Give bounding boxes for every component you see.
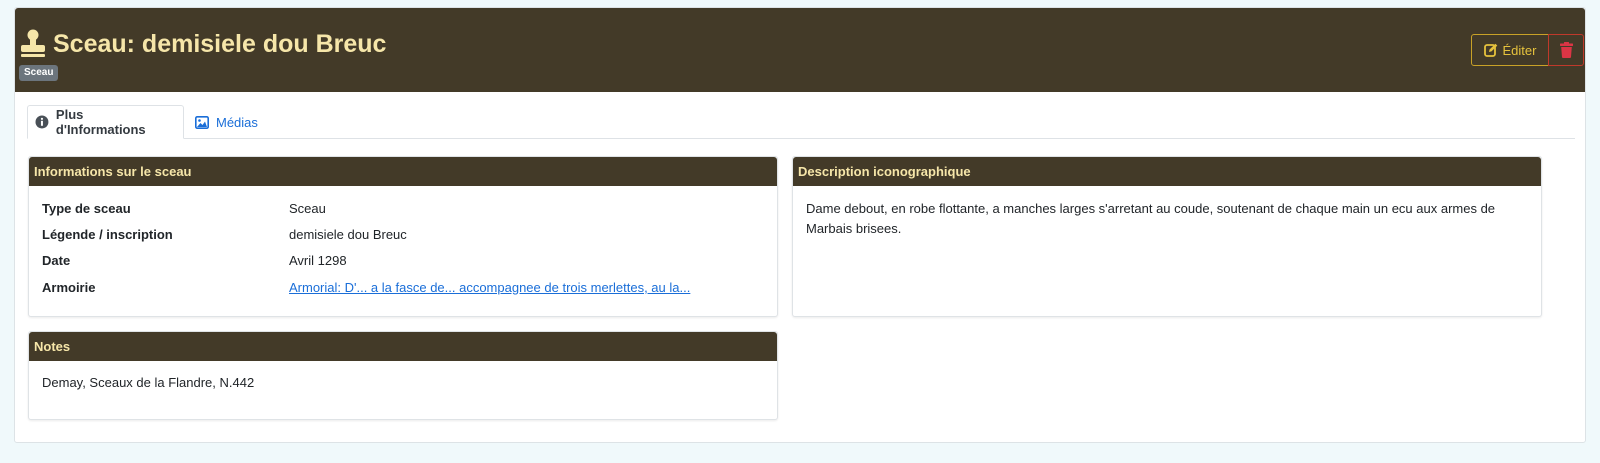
info-row-type: Type de sceau Sceau bbox=[42, 198, 326, 218]
tab-medias[interactable]: Médias bbox=[188, 105, 268, 139]
seal-info-panel: Informations sur le sceau Type de sceau … bbox=[28, 156, 778, 317]
edit-button-label: Éditer bbox=[1502, 42, 1537, 58]
info-value: Sceau bbox=[289, 200, 326, 216]
notes-text: Demay, Sceaux de la Flandre, N.442 bbox=[42, 375, 255, 390]
tab-label: Plus d'Informations bbox=[55, 107, 146, 137]
info-label: Type de sceau bbox=[42, 200, 131, 216]
info-circle-icon bbox=[35, 115, 49, 129]
iconographic-description-panel: Description iconographique Dame debout, … bbox=[792, 156, 1542, 317]
panel-heading: Informations sur le sceau bbox=[29, 157, 777, 186]
tab-label: Médias bbox=[216, 114, 258, 130]
info-row-legend: Légende / inscription demisiele dou Breu… bbox=[42, 224, 407, 244]
stamp-icon bbox=[21, 29, 45, 57]
info-row-date: Date Avril 1298 bbox=[42, 250, 347, 270]
info-label: Armoirie bbox=[42, 279, 96, 295]
seal-record-card: Sceau: demisiele dou Breuc Sceau Éditer bbox=[14, 7, 1586, 443]
info-value: Avril 1298 bbox=[289, 252, 347, 268]
panel-heading: Notes bbox=[29, 332, 777, 361]
page-title: Sceau: demisiele dou Breuc bbox=[53, 30, 387, 58]
info-row-armoirie: Armoirie Armorial: D'... a la fasce de..… bbox=[42, 277, 690, 297]
description-text: Dame debout, en robe flottante, a manche… bbox=[806, 201, 1496, 236]
type-badge: Sceau bbox=[19, 65, 59, 81]
notes-panel: Notes Demay, Sceaux de la Flandre, N.442 bbox=[28, 331, 778, 420]
trash-icon bbox=[1559, 42, 1573, 58]
info-label: Légende / inscription bbox=[42, 226, 173, 242]
delete-button[interactable] bbox=[1548, 34, 1584, 66]
info-label: Date bbox=[42, 252, 71, 268]
info-value: demisiele dou Breuc bbox=[289, 226, 407, 242]
edit-button[interactable]: Éditer bbox=[1471, 34, 1549, 66]
image-icon bbox=[195, 115, 209, 129]
page-header: Sceau: demisiele dou Breuc Sceau Éditer bbox=[15, 8, 1585, 92]
edit-icon bbox=[1483, 43, 1497, 57]
tab-plus-informations[interactable]: Plus d'Informations bbox=[27, 105, 184, 139]
panel-heading: Description iconographique bbox=[793, 157, 1541, 186]
armorial-link[interactable]: Armorial: D'... a la fasce de... accompa… bbox=[289, 280, 690, 295]
tab-bar: Plus d'Informations Médias bbox=[27, 105, 1575, 139]
